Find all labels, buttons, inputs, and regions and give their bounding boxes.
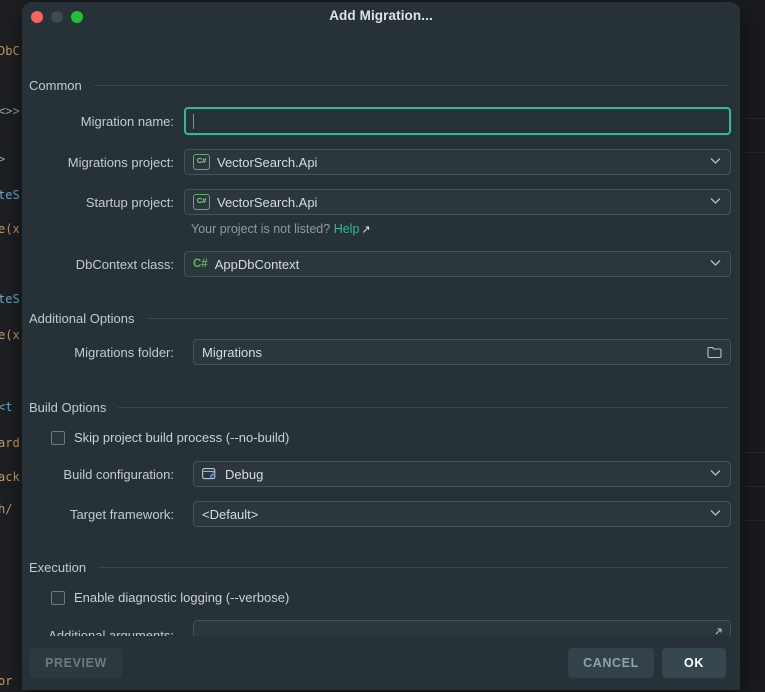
label-migrations-folder: Migrations folder:: [74, 344, 174, 360]
section-label-build-options: Build Options: [29, 400, 107, 415]
dialog-titlebar: Add Migration...: [22, 2, 740, 33]
add-migration-dialog: Add Migration... Common Migration name: …: [22, 2, 740, 690]
label-build-configuration: Build configuration:: [63, 466, 174, 482]
label-dbcontext-class: DbContext class:: [75, 256, 174, 272]
right-tool-pane: [742, 0, 765, 692]
dbcontext-class-dropdown[interactable]: C# AppDbContext: [184, 251, 731, 277]
startup-project-value: VectorSearch.Api: [217, 194, 318, 210]
code-fragment: teS: [0, 188, 20, 202]
section-header-build-options: Build Options: [29, 400, 731, 415]
text-caret: [193, 113, 194, 129]
csharp-project-icon: C#: [193, 154, 210, 170]
code-fragment: <t: [0, 400, 13, 414]
row-migration-name: Migration name:: [29, 107, 731, 135]
migrations-project-value: VectorSearch.Api: [217, 154, 318, 170]
row-target-framework: Target framework: <Default>: [29, 501, 731, 527]
section-header-common: Common: [29, 78, 731, 93]
build-configuration-icon: [202, 467, 218, 481]
chevron-down-icon: [710, 259, 721, 270]
external-link-icon: ↗: [361, 224, 371, 236]
help-link[interactable]: Help: [334, 222, 360, 236]
project-not-listed-hint: Your project is not listed? Help ↗: [191, 222, 371, 236]
row-build-configuration: Build configuration: Debug: [29, 461, 731, 487]
verbose-logging-label: Enable diagnostic logging (--verbose): [74, 590, 290, 605]
code-fragment: <>>: [0, 104, 20, 118]
label-startup-project: Startup project:: [85, 194, 174, 210]
section-rule: [146, 318, 729, 319]
section-label-common: Common: [29, 78, 82, 93]
build-configuration-value: Debug: [225, 466, 264, 482]
target-framework-value: <Default>: [202, 506, 259, 522]
target-framework-dropdown[interactable]: <Default>: [193, 501, 731, 527]
ok-button[interactable]: OK: [662, 648, 726, 678]
verbose-logging-checkbox[interactable]: [51, 590, 65, 605]
hint-text: Your project is not listed?: [191, 222, 331, 236]
chevron-down-icon: [710, 157, 721, 168]
migration-name-input[interactable]: [184, 107, 731, 135]
dbcontext-class-value: AppDbContext: [214, 256, 300, 272]
dialog-footer: PREVIEW CANCEL OK: [22, 636, 740, 690]
chevron-down-icon: [710, 509, 721, 520]
section-rule: [93, 85, 729, 86]
csharp-class-icon: C#: [193, 258, 208, 270]
code-fragment: or: [0, 674, 13, 688]
section-header-additional-options: Additional Options: [29, 311, 731, 326]
preview-button[interactable]: PREVIEW: [30, 648, 122, 678]
skip-build-label: Skip project build process (--no-build): [74, 430, 290, 445]
code-fragment: e(x: [0, 222, 20, 236]
row-dbcontext-class: DbContext class: C# AppDbContext: [29, 251, 731, 277]
label-migration-name: Migration name:: [80, 113, 174, 129]
row-verbose-logging[interactable]: Enable diagnostic logging (--verbose): [51, 590, 289, 605]
migrations-folder-input[interactable]: Migrations: [193, 339, 731, 365]
code-fragment: h/: [0, 502, 13, 516]
cancel-button[interactable]: CANCEL: [568, 648, 654, 678]
build-configuration-dropdown[interactable]: Debug: [193, 461, 731, 487]
code-fragment: DbC: [0, 44, 20, 58]
chevron-down-icon: [710, 197, 721, 208]
code-fragment: teS: [0, 292, 20, 306]
row-skip-build[interactable]: Skip project build process (--no-build): [51, 430, 289, 445]
code-fragment: e(x: [0, 328, 20, 342]
dialog-title: Add Migration...: [329, 8, 433, 23]
code-fragment: ard: [0, 436, 20, 450]
skip-build-checkbox[interactable]: [51, 430, 65, 445]
code-fragment: >: [0, 152, 6, 166]
section-label-additional-options: Additional Options: [29, 311, 135, 326]
row-migrations-folder: Migrations folder: Migrations: [29, 339, 731, 365]
code-fragment: ack: [0, 470, 20, 484]
row-migrations-project: Migrations project: C# VectorSearch.Api: [29, 149, 731, 175]
migrations-project-dropdown[interactable]: C# VectorSearch.Api: [184, 149, 731, 175]
section-label-execution: Execution: [29, 560, 87, 575]
section-rule: [118, 407, 729, 408]
section-rule: [98, 567, 729, 568]
label-target-framework: Target framework:: [69, 506, 174, 522]
chevron-down-icon: [710, 469, 721, 480]
label-migrations-project: Migrations project:: [67, 154, 174, 170]
row-startup-project: Startup project: C# VectorSearch.Api: [29, 189, 731, 215]
csharp-project-icon: C#: [193, 194, 210, 210]
startup-project-dropdown[interactable]: C# VectorSearch.Api: [184, 189, 731, 215]
folder-icon[interactable]: [707, 346, 722, 359]
section-header-execution: Execution: [29, 560, 731, 575]
migrations-folder-value: Migrations: [202, 344, 262, 360]
